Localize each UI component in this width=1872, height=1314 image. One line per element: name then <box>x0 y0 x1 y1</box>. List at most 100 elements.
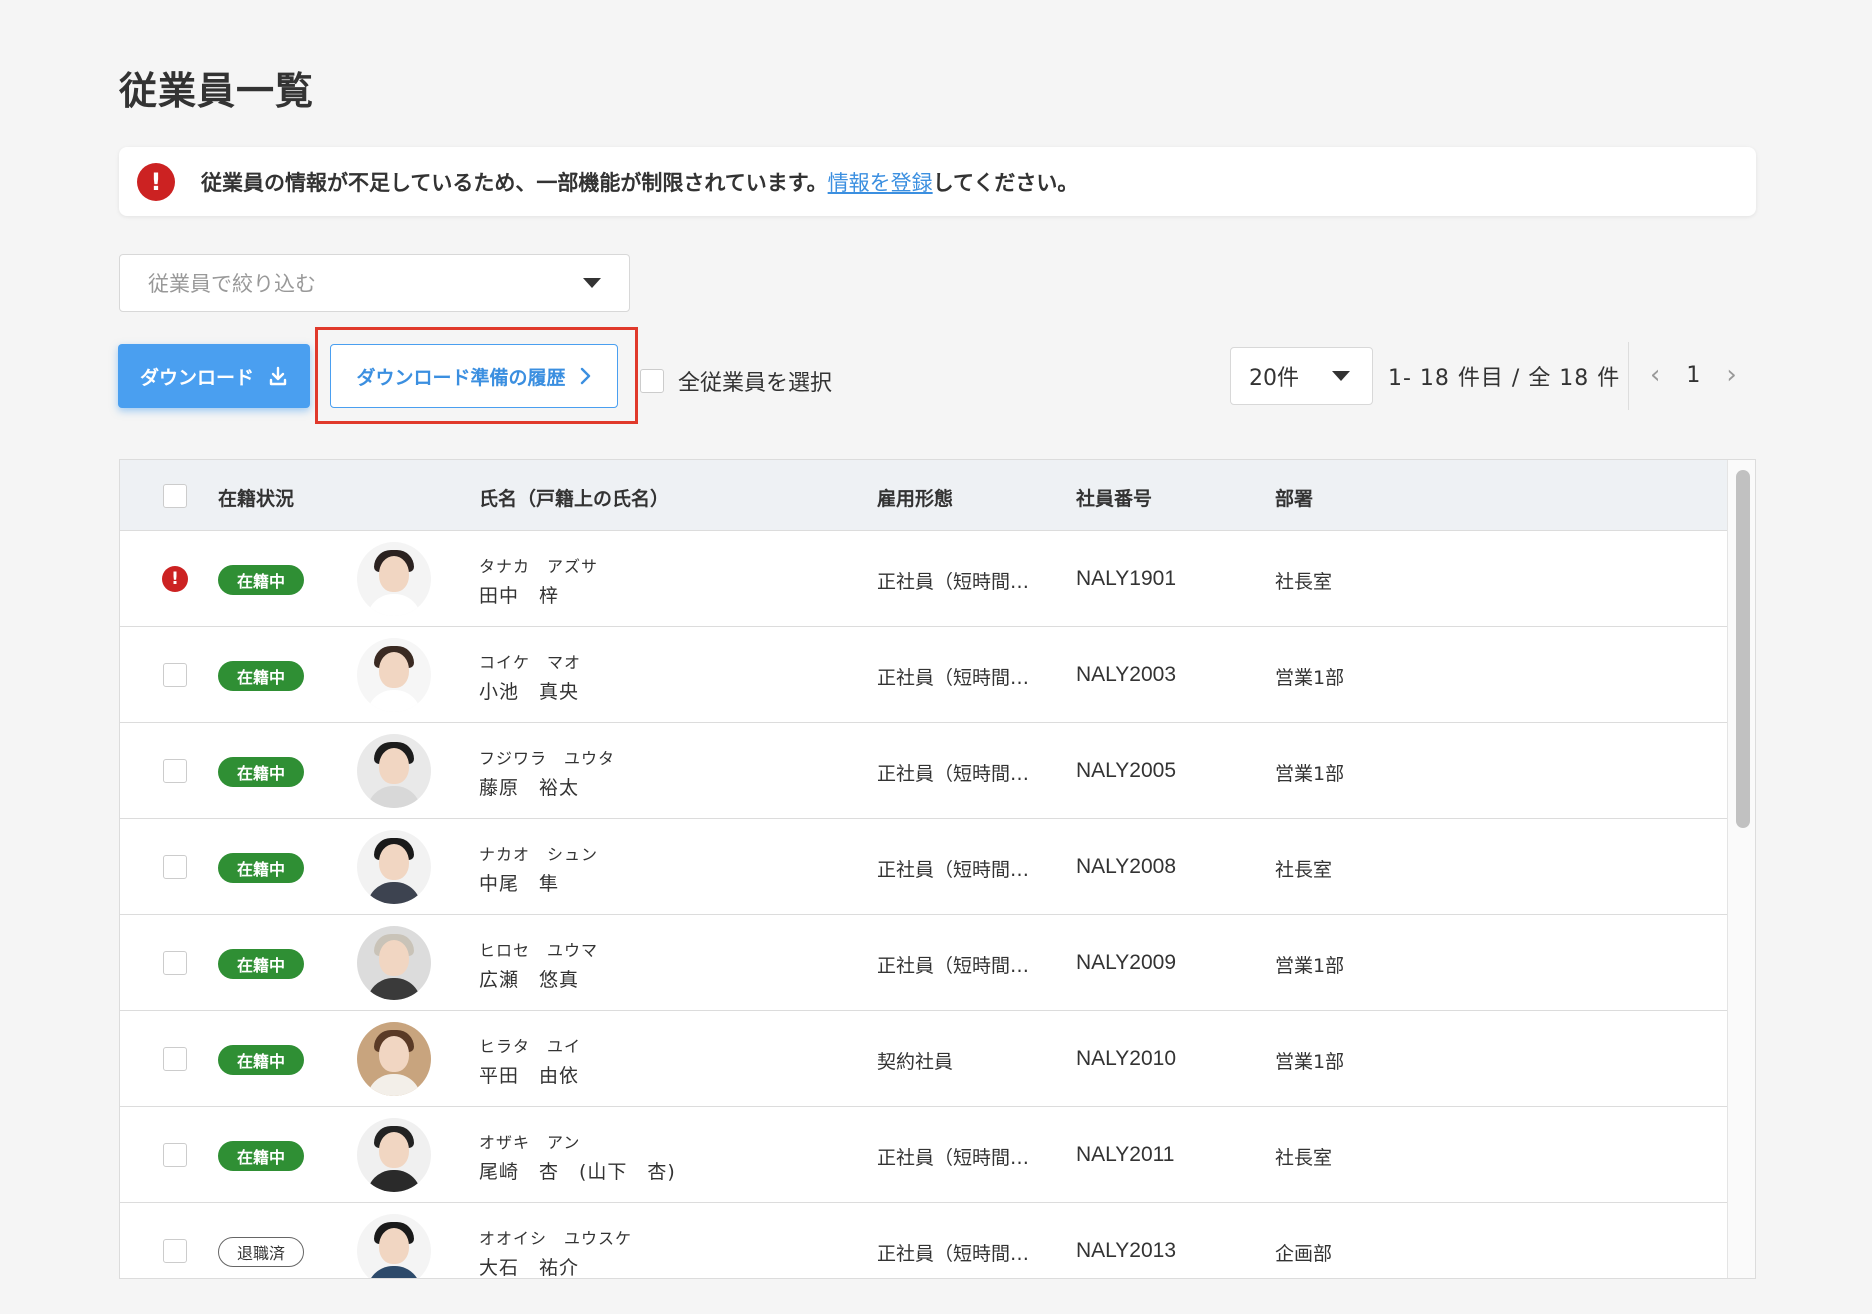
avatar <box>357 638 431 712</box>
warning-alert: ! 従業員の情報が不足しているため、一部機能が制限されています。 情報を登録 し… <box>119 147 1756 216</box>
exclamation-circle-icon: ! <box>137 162 175 201</box>
avatar <box>357 1118 431 1192</box>
employee-number: NALY2010 <box>1076 1047 1177 1070</box>
name-kana: コイケ マオ <box>479 653 582 672</box>
download-button-label: ダウンロード <box>139 366 254 389</box>
avatar <box>357 926 431 1000</box>
department: 社長室 <box>1275 859 1333 881</box>
download-history-label: ダウンロード準備の履歴 <box>356 366 566 389</box>
avatar <box>357 830 431 904</box>
download-history-button[interactable]: ダウンロード準備の履歴 <box>330 344 618 408</box>
header-dept[interactable]: 部署 <box>1275 484 1313 511</box>
name-kanji[interactable]: 中尾 隼 <box>479 869 559 896</box>
status-badge: 退職済 <box>218 1237 304 1267</box>
name-kana: フジワラ ユウタ <box>479 749 616 768</box>
row-select-checkbox[interactable] <box>163 951 187 975</box>
employee-filter-select[interactable]: 従業員で絞り込む <box>119 254 630 312</box>
table-row[interactable]: 在籍中 ヒラタ ユイ平田 由依 契約社員 NALY2010 営業1部 <box>120 1011 1728 1107</box>
header-name[interactable]: 氏名（戸籍上の氏名） <box>479 484 669 511</box>
chevron-right-icon <box>580 367 590 385</box>
alert-text-after: してください。 <box>932 170 1079 195</box>
name-kana: タナカ アズサ <box>479 557 599 576</box>
name-kanji[interactable]: 広瀬 悠真 <box>479 965 579 992</box>
name-kana: ヒラタ ユイ <box>479 1037 582 1056</box>
row-select-checkbox[interactable] <box>163 663 187 687</box>
header-select-checkbox[interactable] <box>163 484 187 508</box>
table-row[interactable]: 在籍中 オザキ アン 尾崎 杏 (山下 杏) 正社員（短時間… NALY2011 社長室 <box>120 1107 1728 1203</box>
department: 営業1部 <box>1275 1051 1345 1073</box>
employee-number: NALY1901 <box>1076 567 1177 590</box>
employment-type: 正社員（短時間… <box>877 763 1030 785</box>
select-all-label: 全従業員を選択 <box>678 371 833 396</box>
name-kanji[interactable]: 平田 由依 <box>479 1061 579 1088</box>
pager-divider <box>1628 342 1629 410</box>
name-kanji[interactable]: 小池 真央 <box>479 677 579 704</box>
table-body: ! 在籍中 タナカ アズサ 田中 梓正社員（短時間… NALY1901 社長室 在籍中 コ… <box>120 531 1755 1278</box>
status-badge: 在籍中 <box>218 565 304 595</box>
header-status[interactable]: 在籍状況 <box>218 484 294 511</box>
table-header: 在籍状況 氏名（戸籍上の氏名） 雇用形態 社員番号 部署 <box>120 460 1728 531</box>
pagination: ‹ 1 › <box>1650 360 1737 390</box>
employment-type: 正社員（短時間… <box>877 571 1030 593</box>
employment-type: 正社員（短時間… <box>877 859 1030 881</box>
current-page[interactable]: 1 <box>1686 363 1700 388</box>
scrollbar-thumb[interactable] <box>1736 470 1750 828</box>
employee-number: NALY2005 <box>1076 759 1177 782</box>
download-button[interactable]: ダウンロード <box>118 344 310 408</box>
per-page-select[interactable]: 20件 <box>1230 347 1373 405</box>
name-kanji[interactable]: 尾崎 杏 (山下 杏) <box>479 1157 676 1184</box>
page-title: 従業員一覧 <box>119 69 315 113</box>
name-kanji[interactable]: 藤原 裕太 <box>479 773 579 800</box>
status-badge: 在籍中 <box>218 1141 304 1171</box>
department: 社長室 <box>1275 571 1333 593</box>
employee-number: NALY2013 <box>1076 1239 1177 1262</box>
vertical-scrollbar[interactable] <box>1727 460 1755 1278</box>
table-row[interactable]: 在籍中 ヒロセ ユウマ 広瀬 悠真 正社員（短時間… NALY2009 営業1部 <box>120 915 1728 1011</box>
status-badge: 在籍中 <box>218 661 304 691</box>
name-kana: ナカオ シュン <box>479 845 599 864</box>
employee-table: 在籍状況 氏名（戸籍上の氏名） 雇用形態 社員番号 部署 ! 在籍中 タナカ アズ… <box>119 459 1756 1279</box>
per-page-value: 20件 <box>1249 366 1299 391</box>
status-badge: 在籍中 <box>218 1045 304 1075</box>
chevron-right-icon[interactable]: › <box>1726 360 1736 390</box>
alert-text: 従業員の情報が不足しているため、一部機能が制限されています。 <box>201 170 828 195</box>
row-select-checkbox[interactable] <box>163 1239 187 1263</box>
header-employment[interactable]: 雇用形態 <box>877 484 953 511</box>
exclamation-circle-icon: ! <box>162 566 188 592</box>
table-row[interactable]: 在籍中 フジワラ ユウタ 藤原 裕太 正社員（短時間… NALY2005 営業1部 <box>120 723 1728 819</box>
table-row[interactable]: ! 在籍中 タナカ アズサ田中 梓 正社員（短時間… NALY1901 社長室 <box>120 531 1728 627</box>
avatar <box>357 542 431 616</box>
department: 営業1部 <box>1275 955 1345 977</box>
header-emp-no[interactable]: 社員番号 <box>1076 484 1152 511</box>
avatar <box>357 1022 431 1096</box>
avatar <box>357 1214 431 1278</box>
row-select-checkbox[interactable] <box>163 1143 187 1167</box>
register-info-link[interactable]: 情報を登録 <box>828 167 933 197</box>
row-select-checkbox[interactable] <box>163 1047 187 1071</box>
department: 営業1部 <box>1275 667 1345 689</box>
table-row[interactable]: 退職済 オオイシ ユウスケ 大石 祐介 正社員（短時間… NALY2013 企画部 <box>120 1203 1728 1278</box>
row-select-checkbox[interactable] <box>163 855 187 879</box>
employment-type: 契約社員 <box>877 1051 954 1073</box>
table-row[interactable]: 在籍中 ナカオ シュン 中尾 隼 正社員（短時間… NALY2008 社長室 <box>120 819 1728 915</box>
employment-type: 正社員（短時間… <box>877 667 1030 689</box>
name-kana: ヒロセ ユウマ <box>479 941 599 960</box>
chevron-left-icon[interactable]: ‹ <box>1650 360 1660 390</box>
row-select-checkbox[interactable] <box>163 759 187 783</box>
status-badge: 在籍中 <box>218 949 304 979</box>
caret-down-icon <box>583 278 601 288</box>
name-kanji[interactable]: 大石 祐介 <box>479 1253 579 1278</box>
select-all-checkbox[interactable] <box>640 369 664 393</box>
avatar <box>357 734 431 808</box>
name-kana: オオイシ ユウスケ <box>479 1229 633 1248</box>
result-range: 1- 18 件目 / 全 18 件 <box>1388 366 1621 391</box>
department: 社長室 <box>1275 1147 1333 1169</box>
department: 企画部 <box>1275 1243 1333 1265</box>
table-row[interactable]: 在籍中 コイケ マオ小池 真央 正社員（短時間… NALY2003 営業1部 <box>120 627 1728 723</box>
employee-number: NALY2008 <box>1076 855 1177 878</box>
name-kana: オザキ アン <box>479 1133 581 1152</box>
name-kanji[interactable]: 田中 梓 <box>479 581 559 608</box>
select-all-control[interactable]: 全従業員を選択 <box>640 365 832 397</box>
employee-number: NALY2003 <box>1076 663 1177 686</box>
status-badge: 在籍中 <box>218 757 304 787</box>
